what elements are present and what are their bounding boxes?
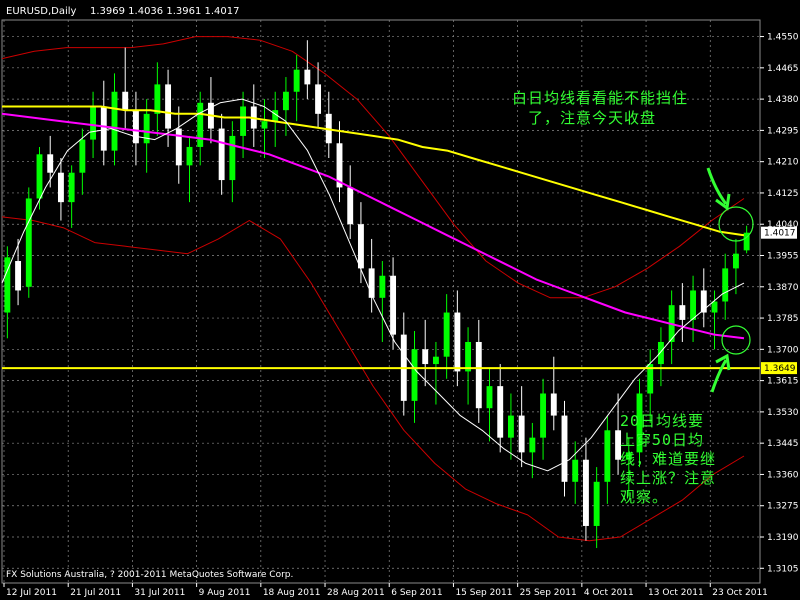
candle-bull [282, 91, 289, 111]
x-tick-label: 23 Oct 2011 [712, 588, 768, 598]
y-tick-label: 1.3360 [767, 470, 799, 480]
candle-bear [315, 84, 322, 114]
candle-bull [261, 121, 268, 129]
candle-bull [593, 481, 600, 526]
x-tick-label: 28 Aug 2011 [327, 588, 385, 598]
candle-bull [111, 91, 118, 151]
candle-bull [293, 69, 300, 92]
candle-bull [657, 341, 664, 365]
symbol-label: EURUSD,Daily [6, 6, 77, 17]
candle-bear [47, 154, 54, 173]
x-tick-label: 21 Jul 2011 [70, 588, 121, 598]
candle-bear [679, 305, 686, 320]
y-tick-label: 1.4380 [767, 95, 799, 105]
candle-bear [15, 261, 22, 291]
candle-bull [711, 301, 718, 313]
candle-bull [443, 312, 450, 357]
candle-bull [90, 106, 97, 140]
x-tick-label: 9 Aug 2011 [199, 588, 251, 598]
candle-bear [122, 91, 129, 111]
y-tick-label: 1.3275 [767, 502, 799, 512]
candle-bear [390, 275, 397, 335]
bottom-note-line: 20日均线要 [620, 412, 704, 430]
candle-bull [229, 135, 236, 181]
y-tick-label: 1.3105 [767, 564, 799, 574]
candle-bull [540, 393, 547, 438]
candle-bull [529, 437, 536, 453]
candle-bull [186, 146, 193, 166]
x-tick-label: 18 Aug 2011 [263, 588, 321, 598]
support-price-label: 1.3649 [764, 364, 796, 374]
y-tick-label: 1.3445 [767, 439, 799, 449]
candle-bull [486, 386, 493, 409]
candle-bear [357, 224, 364, 269]
candle-bear [100, 106, 107, 151]
x-tick-label: 12 Jul 2011 [6, 588, 57, 598]
candle-bear [561, 415, 568, 482]
y-tick-label: 1.3190 [767, 533, 799, 543]
y-tick-label: 1.3615 [767, 377, 799, 387]
y-tick-label: 1.4210 [767, 158, 799, 168]
bottom-note-line: 观察。 [620, 488, 668, 506]
y-tick-label: 1.4125 [767, 189, 799, 199]
candle-bull [79, 139, 86, 173]
y-tick-label: 1.3530 [767, 408, 799, 418]
candle-bull [507, 415, 514, 438]
candle-bull [36, 154, 43, 199]
candle-bull [240, 106, 247, 136]
candle-bear [475, 341, 482, 409]
candle-bear [550, 393, 557, 416]
candle-bear [218, 128, 225, 181]
candle-bull [68, 172, 75, 203]
top-note-line: 了，注意今天收盘 [528, 109, 656, 127]
x-tick-label: 25 Sep 2011 [520, 588, 577, 598]
candle-bull [732, 253, 739, 269]
candle-bear [304, 69, 311, 85]
y-tick-label: 1.3870 [767, 283, 799, 293]
candle-bear [497, 386, 504, 438]
candle-bear [165, 84, 172, 129]
candle-bull [197, 102, 204, 147]
candle-bull [379, 275, 386, 298]
y-tick-label: 1.4550 [767, 33, 799, 43]
y-tick-label: 1.4465 [767, 64, 799, 74]
candle-bear [132, 110, 139, 144]
top-note-line: 白日均线看看能不能挡住 [512, 89, 688, 107]
candle-bull [25, 198, 32, 287]
candle-bear [518, 415, 525, 453]
candle-bear [57, 172, 64, 203]
y-tick-label: 1.3700 [767, 345, 799, 355]
candle-bull [690, 290, 697, 320]
current-price-label: 1.4017 [764, 229, 796, 239]
x-tick-label: 31 Jul 2011 [134, 588, 185, 598]
bottom-note-line: 上穿50日均 [620, 431, 704, 449]
x-tick-label: 4 Oct 2011 [584, 588, 634, 598]
x-tick-label: 13 Oct 2011 [648, 588, 704, 598]
candle-bear [347, 187, 354, 225]
price-chart: 1.4550 1.4465 1.4380 1.4295 1.4210 1.4125 1.40… [0, 0, 800, 600]
y-tick-label: 1.3955 [767, 252, 799, 262]
y-tick-label: 1.3785 [767, 314, 799, 324]
candle-bull [722, 268, 729, 302]
bottom-note-line: 续上涨？注意 [620, 469, 716, 487]
copyright-text: FX Solutions Australia, ? 2001-2011 Meta… [6, 570, 293, 580]
candle-bear [175, 128, 182, 166]
y-tick-label: 1.4295 [767, 126, 799, 136]
candle-bull [432, 356, 439, 365]
candle-bear [422, 349, 429, 365]
x-tick-label: 15 Sep 2011 [455, 588, 512, 598]
candle-bull [411, 349, 418, 401]
candle-bull [604, 430, 611, 482]
x-tick-label: 6 Sep 2011 [391, 588, 442, 598]
ohlc-label: 1.3969 1.4036 1.3961 1.4017 [90, 6, 240, 17]
candle-bear [454, 312, 461, 372]
candle-bull [465, 341, 472, 372]
candle-bull [572, 459, 579, 482]
candle-bull [154, 84, 161, 114]
candle-bear [582, 459, 589, 526]
bottom-note-line: 线，难道要继 [620, 450, 716, 468]
